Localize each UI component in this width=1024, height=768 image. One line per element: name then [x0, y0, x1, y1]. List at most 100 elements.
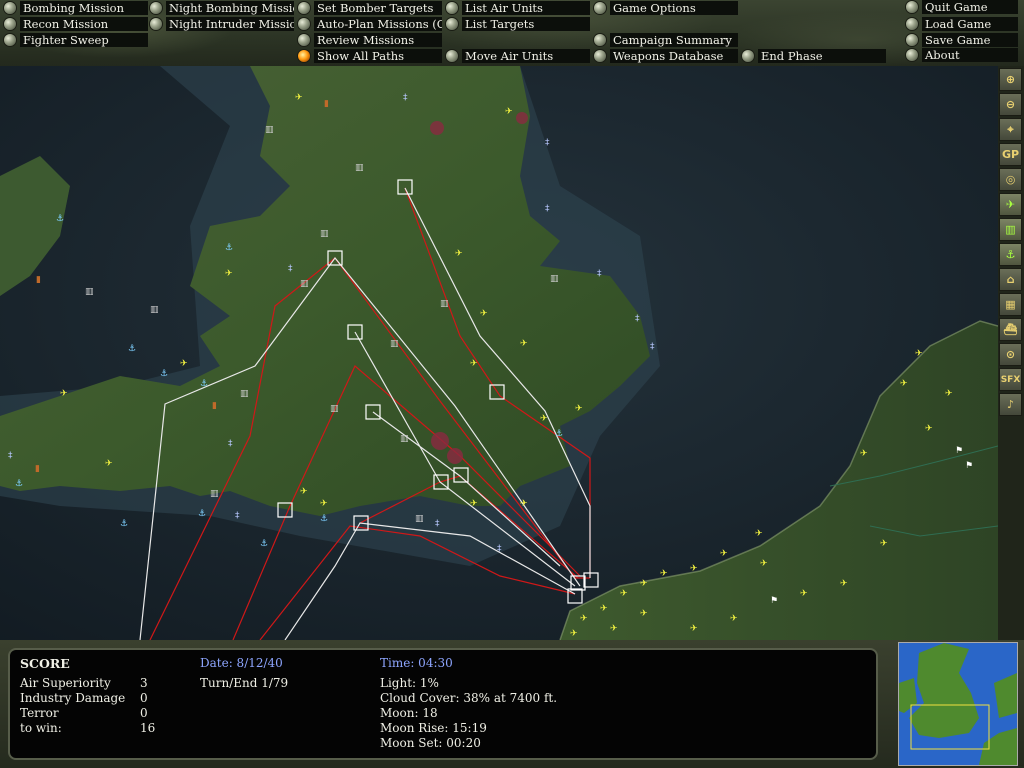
anchor-icon: ⚓: [160, 369, 168, 379]
target-icon[interactable]: ◎: [999, 168, 1022, 191]
radio-knob-icon: [298, 34, 310, 46]
bombing-mission-button[interactable]: Bombing Mission: [4, 1, 148, 15]
weapons-database-label: Weapons Database: [610, 49, 738, 63]
factory-icon: ▥: [330, 404, 339, 414]
night-intruder-mission-button[interactable]: Night Intruder Mission: [150, 17, 294, 31]
radar-icon[interactable]: ⊙: [999, 343, 1022, 366]
radio-knob-icon: [4, 34, 16, 46]
aircraft-icon: ✈: [540, 414, 548, 424]
aircraft-icon: ✈: [690, 624, 698, 634]
radio-knob-icon: [298, 2, 310, 14]
minimap-canvas[interactable]: [899, 643, 1017, 765]
auto-plan-missions-button[interactable]: Auto-Plan Missions (Off): [298, 17, 442, 31]
factory-icon: ▥: [400, 434, 409, 444]
aircraft-icon: ✈: [60, 389, 68, 399]
factory-filter-icon[interactable]: ▥: [999, 218, 1022, 241]
score-label-air-superiority: Air Superiority: [20, 676, 111, 690]
strategic-map[interactable]: ✈ ✈ ✈ ✈ ✈ ✈ ✈ ✈ ✈ ✈ ✈ ✈ ✈ ✈ ✈ ✈ ✈ ✈ ✈ ✈ ✈ ✈ ✈ ✈ ✈ ✈ ✈…: [0, 66, 998, 640]
city-target-icon: ▮: [212, 401, 217, 411]
factory-icon: ▥: [85, 287, 94, 297]
load-game-button[interactable]: Load Game: [906, 17, 1018, 31]
overview-minimap[interactable]: [898, 642, 1018, 766]
aircraft-icon: ✈: [640, 579, 648, 589]
zoom-out-icon[interactable]: ⊖: [999, 93, 1022, 116]
zoom-in-icon[interactable]: ⊕: [999, 68, 1022, 91]
aircraft-icon: ✈: [295, 93, 303, 103]
aircraft-icon: ✈: [320, 499, 328, 509]
recon-mission-button[interactable]: Recon Mission: [4, 17, 148, 31]
set-bomber-targets-button[interactable]: Set Bomber Targets: [298, 1, 442, 15]
aircraft-icon: ✈: [720, 549, 728, 559]
move-air-units-button[interactable]: Move Air Units: [446, 49, 590, 63]
map-canvas[interactable]: ✈✈ ✈✈ ✈✈ ✈✈ ✈✈ ✈✈ ✈✈ ✈✈ ✈✈ ✈✈ ✈✈ ✈✈ ✈✈ ✈…: [0, 66, 998, 640]
sfx-toggle-icon[interactable]: SFX: [999, 368, 1022, 391]
show-all-paths-button[interactable]: Show All Paths: [298, 49, 442, 63]
auto-plan-missions-label: Auto-Plan Missions (Off): [314, 17, 442, 31]
airfield-icon: ‡: [288, 264, 293, 274]
radio-knob-icon: [594, 50, 606, 62]
aircraft-icon: ✈: [480, 309, 488, 319]
bridge-filter-icon[interactable]: ⌂: [999, 268, 1022, 291]
light-label: Light: 1%: [380, 676, 439, 690]
airfield-icon: ‡: [635, 314, 640, 324]
government-building-icon[interactable]: ▦: [999, 293, 1022, 316]
aircraft-icon: ✈: [105, 459, 113, 469]
radio-knob-icon: [4, 2, 16, 14]
airfield-icon: ‡: [8, 451, 13, 461]
aircraft-icon: ✈: [470, 499, 478, 509]
gp-icon[interactable]: GP: [999, 143, 1022, 166]
aircraft-icon: ✈: [800, 589, 808, 599]
radio-knob-icon: [4, 18, 16, 30]
campaign-summary-button[interactable]: Campaign Summary: [594, 33, 738, 47]
aircraft-icon: ✈: [945, 389, 953, 399]
center-crosshair-icon[interactable]: ⌖: [999, 118, 1022, 141]
night-bombing-mission-button[interactable]: Night Bombing Mission: [150, 1, 294, 15]
about-button[interactable]: About: [906, 48, 1018, 62]
quit-game-button[interactable]: Quit Game: [906, 0, 1018, 14]
list-targets-label: List Targets: [462, 17, 590, 31]
score-value-air-superiority: 3: [140, 676, 148, 690]
music-toggle-icon[interactable]: ♪: [999, 393, 1022, 416]
flag-icon: ⚑: [955, 446, 963, 456]
save-game-button[interactable]: Save Game: [906, 33, 1018, 47]
date-label: Date: 8/12/40: [200, 656, 283, 670]
aircraft-icon: ✈: [640, 609, 648, 619]
aircraft-icon: ✈: [690, 564, 698, 574]
aircraft-icon: ✈: [580, 614, 588, 624]
ship-filter-icon[interactable]: ⛴: [999, 318, 1022, 341]
score-label-terror: Terror: [20, 706, 59, 720]
end-phase-button[interactable]: End Phase: [742, 49, 886, 63]
list-air-units-button[interactable]: List Air Units: [446, 1, 590, 15]
anchor-filter-icon[interactable]: ⚓: [999, 243, 1022, 266]
aircraft-icon: ✈: [570, 629, 578, 639]
anchor-icon: ⚓: [198, 509, 206, 519]
score-label-to-win: to win:: [20, 721, 62, 735]
aircraft-icon: ✈: [610, 624, 618, 634]
list-targets-button[interactable]: List Targets: [446, 17, 590, 31]
weapons-database-button[interactable]: Weapons Database: [594, 49, 738, 63]
aircraft-filter-icon[interactable]: ✈: [999, 193, 1022, 216]
airfield-icon: ‡: [435, 519, 440, 529]
anchor-icon: ⚓: [555, 429, 563, 439]
factory-icon: ▥: [265, 125, 274, 135]
airfield-icon: ‡: [597, 269, 602, 279]
radio-knob-icon: [594, 34, 606, 46]
aircraft-icon: ✈: [925, 424, 933, 434]
fighter-sweep-button[interactable]: Fighter Sweep: [4, 33, 148, 47]
aircraft-icon: ✈: [860, 449, 868, 459]
aircraft-icon: ✈: [900, 379, 908, 389]
game-options-button[interactable]: Game Options: [594, 1, 738, 15]
quit-game-label: Quit Game: [922, 0, 1018, 14]
night-bombing-mission-label: Night Bombing Mission: [166, 1, 294, 15]
city-target-icon: ▮: [36, 275, 41, 285]
about-label: About: [922, 48, 1018, 62]
factory-icon: ▥: [415, 514, 424, 524]
moon-rise-label: Moon Rise: 15:19: [380, 721, 487, 735]
aircraft-icon: ✈: [505, 107, 513, 117]
move-air-units-label: Move Air Units: [462, 49, 590, 63]
aircraft-icon: ✈: [470, 359, 478, 369]
airfield-icon: ‡: [403, 93, 408, 103]
review-missions-button[interactable]: Review Missions: [298, 33, 442, 47]
aircraft-icon: ✈: [915, 349, 923, 359]
airfield-icon: ‡: [545, 138, 550, 148]
